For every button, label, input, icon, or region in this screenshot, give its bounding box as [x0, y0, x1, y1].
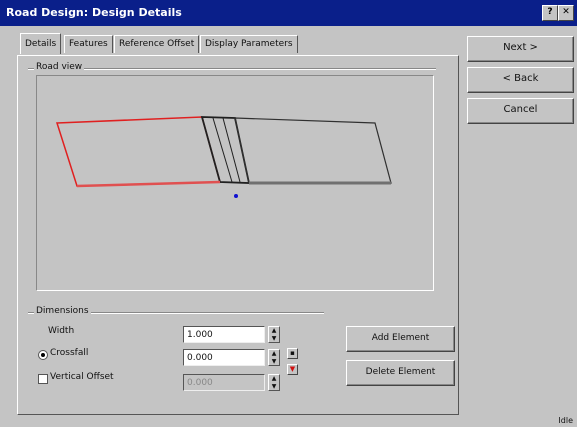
road-preview-drawing	[55, 116, 392, 198]
tab-reference-offset[interactable]: Reference Offset	[114, 35, 200, 53]
vertical-offset-label: Vertical Offset	[50, 372, 114, 382]
width-label: Width	[48, 326, 75, 336]
next-button[interactable]: Next >	[467, 36, 574, 62]
crossfall-option-icon[interactable]: ▪	[287, 348, 298, 359]
point-marker	[234, 194, 238, 198]
status-text: Idle	[558, 416, 573, 425]
delete-element-button[interactable]: Delete Element	[346, 360, 455, 386]
cancel-button[interactable]: Cancel	[467, 98, 574, 124]
road-section-right	[234, 117, 392, 184]
road-section-base-line	[76, 180, 221, 188]
tab-features[interactable]: Features	[64, 35, 113, 53]
tab-display-parameters[interactable]: Display Parameters	[200, 35, 298, 53]
width-stepper[interactable]: ▲ ▼	[268, 326, 280, 343]
crossfall-direction-icon[interactable]: ▼	[287, 364, 298, 375]
close-button[interactable]: ✕	[558, 5, 574, 21]
vertical-offset-stepper: ▲ ▼	[268, 374, 280, 391]
crossfall-stepper[interactable]: ▲ ▼	[268, 349, 280, 366]
back-button[interactable]: < Back	[467, 67, 574, 93]
preview-group-line	[28, 68, 436, 70]
help-button[interactable]: ?	[542, 5, 558, 21]
window-title: Road Design: Design Details	[6, 6, 182, 19]
add-element-button[interactable]: Add Element	[346, 326, 455, 352]
preview-group-label: Road view	[34, 62, 85, 72]
road-preview[interactable]	[36, 75, 434, 291]
tab-details[interactable]: Details	[20, 33, 62, 54]
title-bar: Road Design: Design Details ? ✕	[0, 0, 577, 26]
vertical-offset-checkbox[interactable]	[38, 374, 48, 384]
width-field[interactable]: 1.000	[183, 326, 265, 343]
crossfall-field[interactable]: 0.000	[183, 349, 265, 366]
vertical-offset-field: 0.000	[183, 374, 265, 391]
crossfall-radio[interactable]	[38, 350, 48, 360]
crossfall-label: Crossfall	[50, 348, 89, 358]
selected-road-section	[55, 116, 221, 187]
dimensions-group-label: Dimensions	[34, 306, 91, 316]
road-section-divider-line	[212, 117, 233, 183]
